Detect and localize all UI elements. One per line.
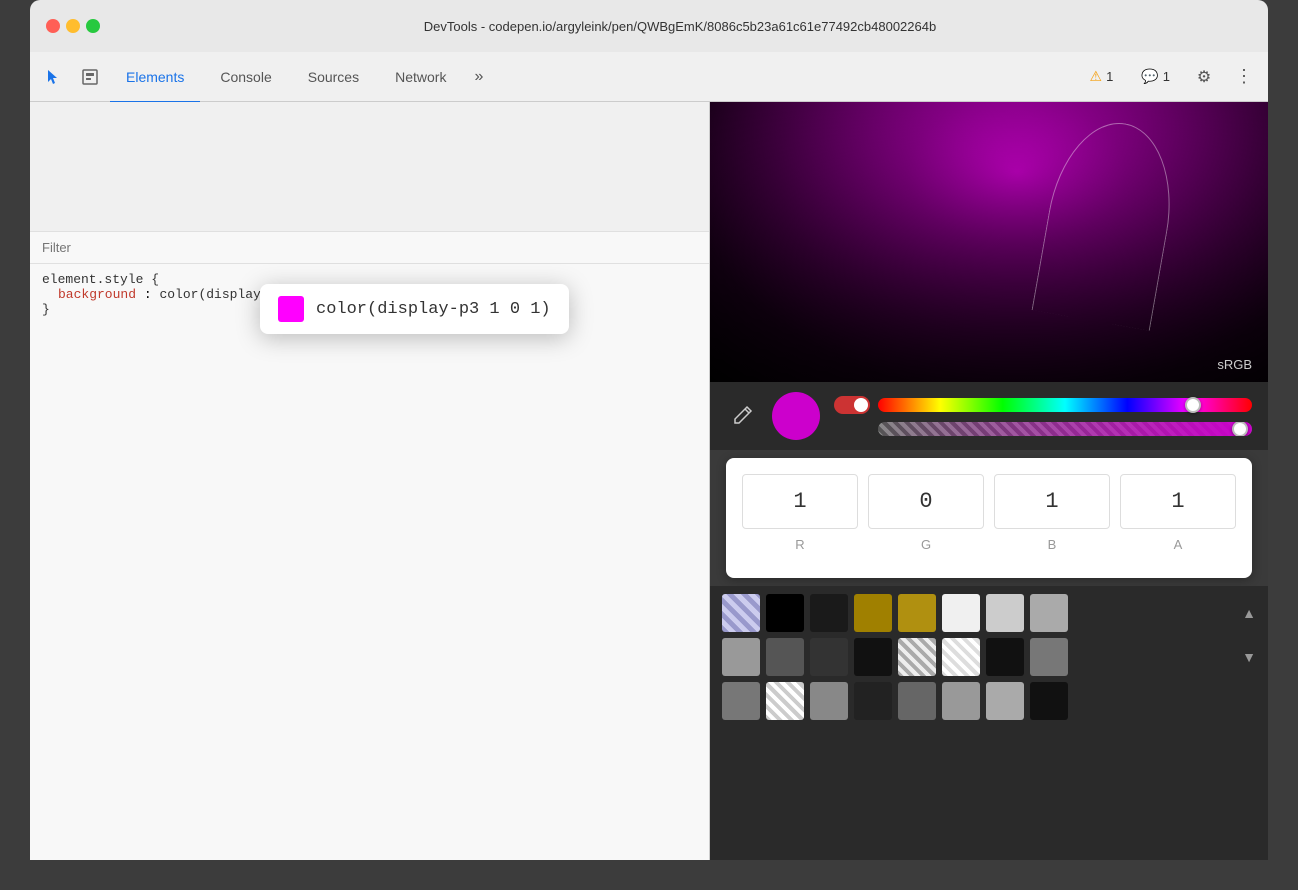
titlebar: DevTools - codepen.io/argyleink/pen/QWBg… [30, 0, 1268, 52]
styles-panel: element.style { background : color(displ… [30, 232, 709, 860]
swatch[interactable] [898, 638, 936, 676]
opacity-slider[interactable] [878, 422, 1252, 436]
swatch[interactable] [810, 638, 848, 676]
left-panel: element.style { background : color(displ… [30, 102, 710, 860]
inspect-icon[interactable] [74, 61, 106, 93]
swatch[interactable] [810, 594, 848, 632]
g-label: G [921, 537, 931, 552]
swatch[interactable] [766, 682, 804, 720]
swatch[interactable] [942, 682, 980, 720]
warning-badge[interactable]: ⚠ 1 [1080, 64, 1124, 89]
g-input[interactable] [868, 474, 984, 529]
a-label: A [1174, 537, 1183, 552]
main-content: element.style { background : color(displ… [30, 102, 1268, 860]
swatches-row-2: ▼ [722, 638, 1256, 676]
more-tabs-button[interactable]: » [466, 52, 491, 102]
swatch[interactable] [986, 594, 1024, 632]
swatch[interactable] [898, 594, 936, 632]
settings-button[interactable]: ⚙ [1188, 61, 1220, 93]
maximize-button[interactable] [86, 19, 100, 33]
swatches-area: ▲ ▼ [710, 586, 1268, 860]
g-field: G [868, 474, 984, 552]
gradient-picker[interactable]: sRGB [710, 102, 1268, 382]
cursor-icon[interactable] [38, 61, 70, 93]
traffic-lights [46, 19, 100, 33]
tab-network[interactable]: Network [379, 53, 462, 103]
style-property: background [58, 287, 136, 302]
minimize-button[interactable] [66, 19, 80, 33]
b-input[interactable] [994, 474, 1110, 529]
right-panel: sRGB [710, 102, 1268, 860]
swatch[interactable] [898, 682, 936, 720]
srgb-label: sRGB [1217, 357, 1252, 372]
color-mode-toggle[interactable] [834, 396, 870, 414]
swatch[interactable] [986, 638, 1024, 676]
swatch[interactable] [810, 682, 848, 720]
swatch[interactable] [722, 638, 760, 676]
r-input[interactable] [742, 474, 858, 529]
swatch[interactable] [986, 682, 1024, 720]
a-field: A [1120, 474, 1236, 552]
swatch[interactable] [722, 682, 760, 720]
more-options-button[interactable]: ⋮ [1228, 61, 1260, 93]
a-input[interactable] [1120, 474, 1236, 529]
close-button[interactable] [46, 19, 60, 33]
r-label: R [795, 537, 804, 552]
tab-bar: Elements Console Sources Network » ⚠ 1 💬 [30, 52, 1268, 102]
swatch[interactable] [722, 594, 760, 632]
message-badge[interactable]: 💬 1 [1131, 64, 1180, 89]
swatches-row-1: ▲ [722, 594, 1256, 632]
color-preview-circle [772, 392, 820, 440]
rgba-panel: R G B A [726, 458, 1252, 578]
swatches-scroll-down[interactable]: ▼ [1242, 649, 1256, 665]
swatch[interactable] [942, 638, 980, 676]
r-field: R [742, 474, 858, 552]
style-selector: element.style { [42, 272, 159, 287]
message-icon: 💬 [1141, 68, 1158, 85]
swatch[interactable] [1030, 594, 1068, 632]
tab-sources[interactable]: Sources [292, 53, 375, 103]
window-title: DevTools - codepen.io/argyleink/pen/QWBg… [108, 19, 1252, 34]
b-label: B [1048, 537, 1057, 552]
element-tree [30, 102, 709, 232]
swatch[interactable] [766, 638, 804, 676]
color-tooltip-text: color(display-p3 1 0 1) [316, 300, 551, 319]
style-colon: : [144, 287, 160, 302]
hue-slider[interactable] [878, 398, 1252, 412]
filter-bar [30, 232, 709, 264]
warning-icon: ⚠ [1090, 68, 1103, 85]
tab-console[interactable]: Console [204, 53, 287, 103]
swatch[interactable] [854, 638, 892, 676]
swatch[interactable] [854, 682, 892, 720]
tab-elements[interactable]: Elements [110, 53, 200, 103]
color-controls [710, 382, 1268, 450]
color-swatch-tooltip[interactable] [278, 296, 304, 322]
eyedropper-button[interactable] [726, 400, 758, 432]
swatches-scroll-up[interactable]: ▲ [1242, 605, 1256, 621]
swatch[interactable] [854, 594, 892, 632]
swatch[interactable] [1030, 638, 1068, 676]
rgba-inputs: R G B A [742, 474, 1236, 552]
filter-input[interactable] [42, 240, 218, 255]
swatch[interactable] [1030, 682, 1068, 720]
style-close-brace: } [42, 302, 50, 317]
b-field: B [994, 474, 1110, 552]
swatch[interactable] [766, 594, 804, 632]
swatch[interactable] [942, 594, 980, 632]
swatches-row-3 [722, 682, 1256, 720]
color-tooltip: color(display-p3 1 0 1) [260, 284, 569, 334]
